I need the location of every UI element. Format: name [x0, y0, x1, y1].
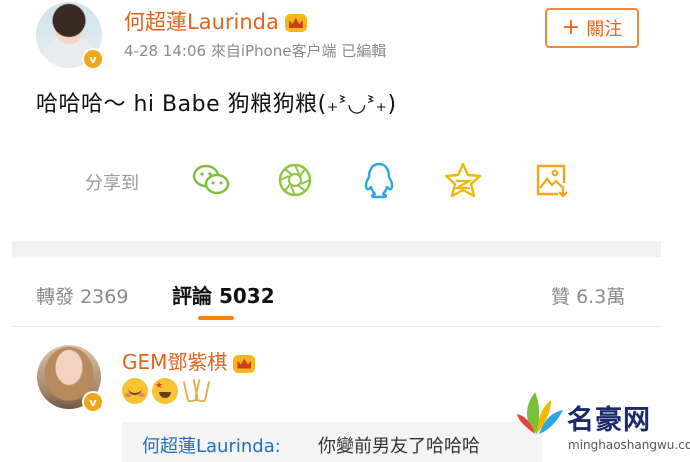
tab-likes-label: 贊: [551, 286, 571, 308]
tab-reposts[interactable]: 轉發 2369: [36, 282, 128, 309]
watermark-name: 名豪网: [567, 405, 651, 436]
crown-icon: [233, 354, 256, 373]
tab-reposts-count: 2369: [80, 286, 129, 308]
post-source: 來自iPhone客户端: [210, 42, 337, 60]
verified-badge-icon: v: [82, 391, 104, 413]
wechat-icon[interactable]: [190, 160, 232, 200]
author-name-text[interactable]: 何超蓮Laurinda: [124, 10, 279, 34]
crown-icon: [284, 14, 307, 32]
post-meta: 4-28 14:06 來自iPhone客户端 已編輯: [124, 40, 386, 61]
qzone-icon[interactable]: [442, 160, 484, 200]
tab-reposts-label: 轉發: [36, 286, 75, 308]
post-edited: 已編輯: [341, 42, 387, 60]
post-time: 4-28 14:06: [124, 42, 207, 60]
plus-icon: +: [561, 15, 581, 40]
verified-badge-icon: v: [82, 48, 104, 70]
tab-comments-count: 5032: [218, 284, 275, 308]
post-text: 哈哈哈～ hi Babe 狗粮狗粮(₊ᕑ◡ᕑ₊): [36, 92, 397, 117]
active-tab-indicator: [198, 316, 234, 320]
qq-icon[interactable]: [358, 160, 400, 200]
watermark-url: minghaoshangwu.com: [568, 438, 690, 452]
watermark-logo-icon: [515, 388, 565, 436]
author-name[interactable]: 何超蓮Laurinda: [124, 6, 307, 36]
commenter-name[interactable]: GEM鄧紫棋: [122, 346, 256, 375]
comment-emojis: [122, 378, 208, 404]
reply-text: 你變前男友了哈哈哈: [318, 436, 480, 457]
tab-comments[interactable]: 評論 5032: [172, 280, 275, 309]
commenter-name-text[interactable]: GEM鄧紫棋: [122, 350, 227, 374]
save-image-icon[interactable]: [530, 160, 572, 200]
reply-author[interactable]: 何超蓮Laurinda:: [142, 432, 281, 458]
follow-label: 關注: [586, 19, 623, 40]
follow-button[interactable]: + 關注: [545, 8, 639, 48]
share-label: 分享到: [85, 173, 139, 194]
cheers-emoji-icon: [182, 378, 208, 404]
section-divider: [12, 241, 661, 257]
blush-emoji-icon: [122, 378, 148, 404]
tab-likes[interactable]: 贊 6.3萬: [551, 282, 625, 309]
tab-likes-count: 6.3萬: [576, 286, 626, 308]
star-struck-emoji-icon: [152, 378, 178, 404]
moments-icon[interactable]: [274, 160, 316, 200]
tabs-border: [12, 326, 661, 327]
tab-comments-label: 評論: [172, 284, 212, 308]
